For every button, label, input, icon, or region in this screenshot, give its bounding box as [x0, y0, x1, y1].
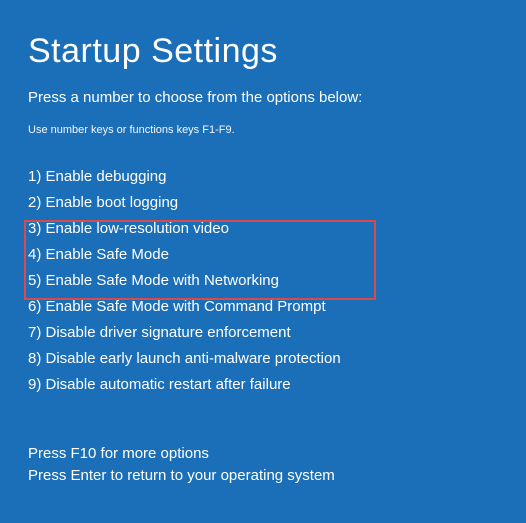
option-6[interactable]: 6) Enable Safe Mode with Command Prompt: [28, 294, 498, 320]
option-2[interactable]: 2) Enable boot logging: [28, 190, 498, 216]
option-4[interactable]: 4) Enable Safe Mode: [28, 242, 498, 268]
footer-return: Press Enter to return to your operating …: [28, 465, 335, 487]
option-7[interactable]: 7) Disable driver signature enforcement: [28, 320, 498, 346]
option-8[interactable]: 8) Disable early launch anti-malware pro…: [28, 346, 498, 372]
footer-more-options: Press F10 for more options: [28, 443, 335, 465]
option-1[interactable]: 1) Enable debugging: [28, 164, 498, 190]
page-title: Startup Settings: [28, 32, 498, 71]
option-3[interactable]: 3) Enable low-resolution video: [28, 216, 498, 242]
option-9[interactable]: 9) Disable automatic restart after failu…: [28, 372, 498, 398]
hint-text: Use number keys or functions keys F1-F9.: [28, 124, 498, 136]
options-list: 1) Enable debugging 2) Enable boot loggi…: [28, 164, 498, 398]
footer-text: Press F10 for more options Press Enter t…: [28, 443, 335, 487]
subtitle-text: Press a number to choose from the option…: [28, 89, 498, 106]
option-5[interactable]: 5) Enable Safe Mode with Networking: [28, 268, 498, 294]
